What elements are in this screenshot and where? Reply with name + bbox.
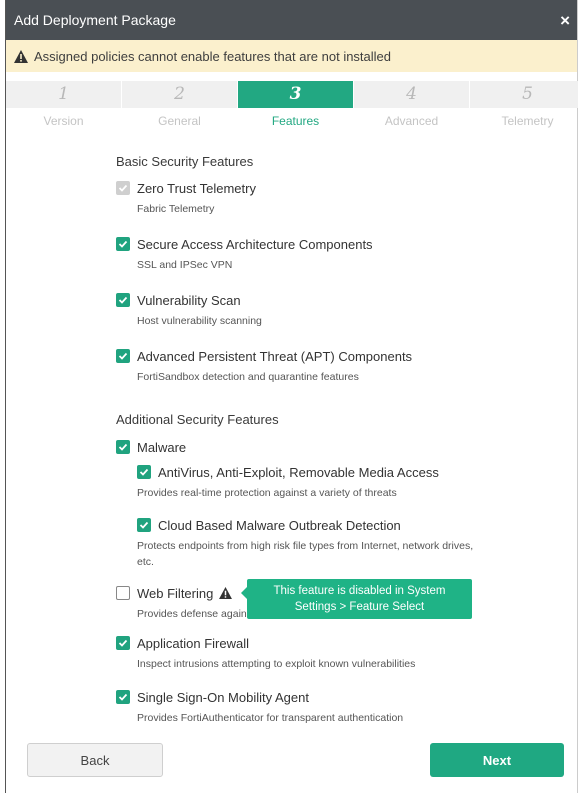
step-label: Advanced — [384, 114, 439, 128]
warning-banner: Assigned policies cannot enable features… — [6, 40, 577, 72]
feature-label: Single Sign-On Mobility Agent — [137, 689, 309, 705]
step-number: 3 — [238, 81, 353, 108]
check-icon — [118, 296, 128, 304]
check-icon — [118, 184, 128, 192]
feature-web-filtering: Web Filtering Provides defense against w… — [116, 579, 496, 622]
feature-description: SSL and IPSec VPN — [137, 259, 233, 271]
step-number: 2 — [122, 81, 237, 108]
step-version[interactable]: 1 Version — [6, 81, 121, 131]
feature-zero-trust-telemetry: Zero Trust Telemetry Fabric Telemetry — [116, 178, 496, 217]
check-icon — [139, 468, 149, 476]
checkbox-apt-components[interactable] — [116, 349, 130, 363]
feature-description: Host vulnerability scanning — [137, 315, 262, 327]
step-label: Telemetry — [501, 114, 554, 128]
feature-apt-components: Advanced Persistent Threat (APT) Compone… — [116, 346, 496, 385]
dialog-titlebar: Add Deployment Package × — [6, 0, 577, 40]
step-number: 4 — [354, 81, 469, 108]
checkbox-malware[interactable] — [116, 440, 130, 454]
check-icon — [118, 639, 128, 647]
step-features[interactable]: 3 Features — [238, 81, 353, 131]
check-icon — [118, 693, 128, 701]
back-button[interactable]: Back — [27, 743, 163, 777]
checkbox-antivirus[interactable] — [137, 465, 151, 479]
features-form: Basic Security Features Zero Trust Telem… — [116, 154, 496, 726]
add-deployment-package-dialog: Add Deployment Package × Assigned polici… — [5, 0, 578, 793]
feature-description: Provides FortiAuthenticator for transpar… — [137, 712, 404, 724]
basic-security-heading: Basic Security Features — [116, 154, 254, 169]
step-number: 1 — [6, 81, 121, 108]
checkbox-application-firewall[interactable] — [116, 636, 130, 650]
check-icon — [139, 521, 149, 529]
next-button[interactable]: Next — [430, 743, 564, 777]
check-icon — [118, 443, 128, 451]
feature-description: Inspect intrusions attempting to exploit… — [137, 658, 416, 670]
tooltip-line: Settings > Feature Select — [294, 601, 425, 613]
feature-cloud-malware-outbreak: Cloud Based Malware Outbreak Detection P… — [137, 515, 496, 570]
feature-application-firewall: Application Firewall Inspect intrusions … — [116, 633, 496, 672]
feature-label: Malware — [137, 439, 187, 455]
step-telemetry[interactable]: 5 Telemetry — [470, 81, 578, 131]
checkbox-vulnerability-scan[interactable] — [116, 293, 130, 307]
feature-sso-mobility-agent: Single Sign-On Mobility Agent Provides F… — [116, 687, 496, 726]
feature-secure-access: Secure Access Architecture Components SS… — [116, 234, 496, 273]
feature-label: AntiVirus, Anti-Exploit, Removable Media… — [158, 464, 439, 480]
warning-icon — [14, 49, 28, 63]
step-label: General — [158, 114, 201, 128]
feature-description: Protects endpoints from high risk file t… — [137, 540, 474, 568]
additional-security-heading: Additional Security Features — [116, 412, 279, 427]
feature-description: Fabric Telemetry — [137, 203, 215, 215]
checkbox-zero-trust-telemetry — [116, 181, 130, 195]
step-label: Features — [271, 114, 320, 128]
feature-label: Application Firewall — [137, 635, 249, 651]
warning-icon[interactable] — [219, 587, 233, 599]
close-icon[interactable]: × — [560, 12, 570, 29]
feature-label: Zero Trust Telemetry — [137, 180, 256, 196]
feature-antivirus: AntiVirus, Anti-Exploit, Removable Media… — [137, 462, 496, 501]
checkbox-sso-mobility-agent[interactable] — [116, 690, 130, 704]
feature-label: Advanced Persistent Threat (APT) Compone… — [137, 348, 413, 364]
check-icon — [118, 240, 128, 248]
feature-vulnerability-scan: Vulnerability Scan Host vulnerability sc… — [116, 290, 496, 329]
feature-description: FortiSandbox detection and quarantine fe… — [137, 371, 359, 383]
tooltip-line: This feature is disabled in System — [273, 585, 446, 597]
checkbox-web-filtering[interactable] — [116, 586, 130, 600]
feature-malware: Malware — [116, 437, 496, 457]
step-number: 5 — [470, 81, 578, 108]
feature-label: Vulnerability Scan — [137, 292, 241, 308]
step-advanced[interactable]: 4 Advanced — [354, 81, 469, 131]
feature-label: Cloud Based Malware Outbreak Detection — [158, 517, 401, 533]
feature-disabled-tooltip: This feature is disabled in System Setti… — [241, 579, 472, 619]
checkbox-cloud-malware-outbreak[interactable] — [137, 518, 151, 532]
step-label: Version — [43, 114, 84, 128]
feature-label: Secure Access Architecture Components — [137, 236, 373, 252]
checkbox-secure-access[interactable] — [116, 237, 130, 251]
feature-description: Provides real-time protection against a … — [137, 487, 397, 499]
warning-text: Assigned policies cannot enable features… — [34, 48, 392, 64]
check-icon — [118, 352, 128, 360]
wizard-steps: 1 Version 2 General 3 Features 4 Advance… — [6, 81, 578, 131]
step-general[interactable]: 2 General — [122, 81, 237, 131]
feature-label: Web Filtering — [137, 585, 214, 601]
dialog-title: Add Deployment Package — [14, 12, 176, 28]
